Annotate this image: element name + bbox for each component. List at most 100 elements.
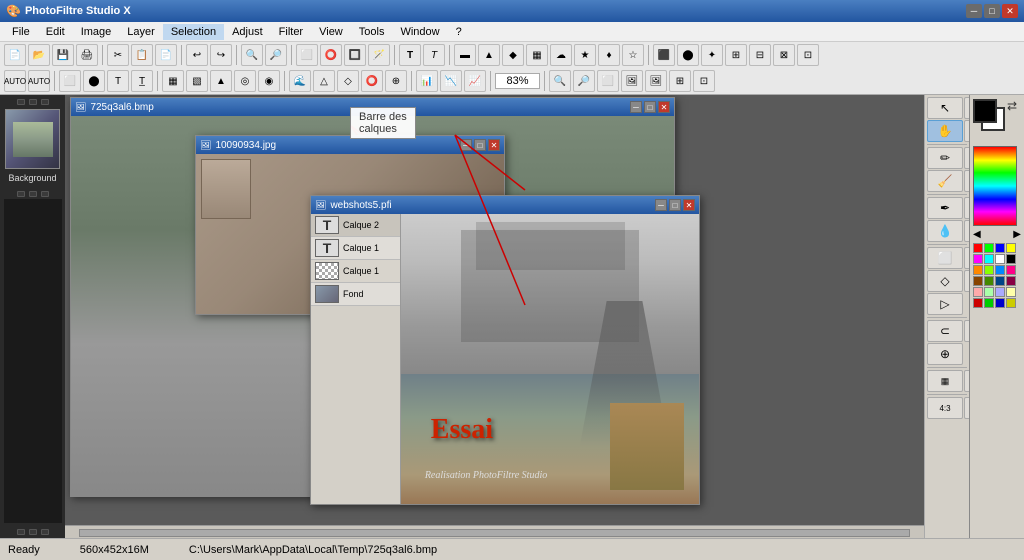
color-lime[interactable] <box>984 265 994 275</box>
tb-shape-4[interactable]: ▦ <box>526 44 548 66</box>
color-lightyellow[interactable] <box>1006 287 1016 297</box>
doc3-minimize[interactable]: ─ <box>655 199 667 211</box>
tb-misc-6[interactable]: ⊠ <box>773 44 795 66</box>
tb-paste[interactable]: 📄 <box>155 44 177 66</box>
color-white[interactable] <box>995 254 1005 264</box>
tb-new[interactable]: 📄 <box>4 44 26 66</box>
color-cyan[interactable] <box>984 254 994 264</box>
layer-item-fond[interactable]: Fond <box>311 283 400 306</box>
color-black[interactable] <box>1006 254 1016 264</box>
doc3-maximize[interactable]: □ <box>669 199 681 211</box>
tb-select-magic[interactable]: 🪄 <box>368 44 390 66</box>
tb-shape-3[interactable]: ◆ <box>502 44 524 66</box>
tb-select-lasso[interactable]: 🔲 <box>344 44 366 66</box>
tool-select[interactable]: ↖ <box>927 97 963 119</box>
tb-select-rect[interactable]: ⬜ <box>296 44 318 66</box>
color-darkyellow[interactable] <box>1006 298 1016 308</box>
tb-r2-6[interactable]: ▧ <box>186 70 208 92</box>
color-red[interactable] <box>973 243 983 253</box>
tb-select-ellipse[interactable]: ⭕ <box>320 44 342 66</box>
layer-item-calque2[interactable]: T Calque 2 <box>311 214 400 237</box>
swap-colors[interactable]: ⇄ <box>1007 99 1017 113</box>
color-azure[interactable] <box>995 265 1005 275</box>
tool-arrow-r[interactable]: ▷ <box>927 293 963 315</box>
color-magenta[interactable] <box>973 254 983 264</box>
color-olive[interactable] <box>984 276 994 286</box>
close-button[interactable]: ✕ <box>1002 4 1018 18</box>
tb-r2-5[interactable]: ▦ <box>162 70 184 92</box>
tool-rect[interactable]: ⬜ <box>927 247 963 269</box>
tb-r2-10[interactable]: 🌊 <box>289 70 311 92</box>
main-doc-maximize[interactable]: □ <box>644 101 656 113</box>
tb-zoom-out[interactable]: 🔎 <box>265 44 287 66</box>
tb-copy[interactable]: 📋 <box>131 44 153 66</box>
tb-r2-20[interactable]: ⬜ <box>597 70 619 92</box>
tool-pat-1[interactable]: ▦ <box>927 370 963 392</box>
tb-r2-16[interactable]: 📉 <box>440 70 462 92</box>
menu-edit[interactable]: Edit <box>38 24 73 40</box>
tb-open[interactable]: 📂 <box>28 44 50 66</box>
tool-pen[interactable]: ✒ <box>927 197 963 219</box>
color-purple[interactable] <box>1006 276 1016 286</box>
tb-zoom-in[interactable]: 🔍 <box>241 44 263 66</box>
tb-auto-1[interactable]: AUTO <box>4 70 26 92</box>
tb-save[interactable]: 💾 <box>52 44 74 66</box>
color-lightgreen[interactable] <box>984 287 994 297</box>
tool-pencil[interactable]: ✏ <box>927 147 963 169</box>
layer-item-calque1b[interactable]: Calque 1 <box>311 260 400 283</box>
tb-shape-6[interactable]: ★ <box>574 44 596 66</box>
tb-r2-14[interactable]: ⊕ <box>385 70 407 92</box>
tb-cut[interactable]: ✂ <box>107 44 129 66</box>
tb-r2-24[interactable]: ⊡ <box>693 70 715 92</box>
tb-shape-8[interactable]: ☆ <box>622 44 644 66</box>
tb-r2-21[interactable]: 🖼 <box>621 70 643 92</box>
main-doc-close[interactable]: ✕ <box>658 101 670 113</box>
tb-r2-18[interactable]: 🔍 <box>549 70 571 92</box>
tb-r2-12[interactable]: ◇ <box>337 70 359 92</box>
tb-redo[interactable]: ↪ <box>210 44 232 66</box>
menu-help[interactable]: ? <box>448 24 470 40</box>
tb-r2-19[interactable]: 🔎 <box>573 70 595 92</box>
tb-r2-9[interactable]: ◉ <box>258 70 280 92</box>
palette-right[interactable]: ▶ <box>1013 229 1021 240</box>
tool-fill[interactable]: 💧 <box>927 220 963 242</box>
scroll-track[interactable] <box>79 529 910 537</box>
tb-misc-1[interactable]: ⬛ <box>653 44 675 66</box>
tb-r2-1[interactable]: ⬜ <box>59 70 81 92</box>
film-thumbnail[interactable] <box>5 109 60 169</box>
tb-shape-2[interactable]: ▲ <box>478 44 500 66</box>
main-doc-minimize[interactable]: ─ <box>630 101 642 113</box>
color-darkgreen[interactable] <box>984 298 994 308</box>
tb-r2-4[interactable]: T̲ <box>131 70 153 92</box>
color-green[interactable] <box>984 243 994 253</box>
menu-filter[interactable]: Filter <box>271 24 311 40</box>
tb-r2-23[interactable]: ⊞ <box>669 70 691 92</box>
tool-ratio-4-3[interactable]: 4:3 <box>927 397 963 419</box>
maximize-button[interactable]: □ <box>984 4 1000 18</box>
doc2-close[interactable]: ✕ <box>488 139 500 151</box>
tb-r2-17[interactable]: 📈 <box>464 70 486 92</box>
menu-view[interactable]: View <box>311 24 351 40</box>
menu-layer[interactable]: Layer <box>119 24 163 40</box>
workspace-scrollbar-h[interactable] <box>65 525 924 539</box>
color-orange[interactable] <box>973 265 983 275</box>
tb-shape-7[interactable]: ♦ <box>598 44 620 66</box>
color-yellow[interactable] <box>1006 243 1016 253</box>
doc2-maximize[interactable]: □ <box>474 139 486 151</box>
tb-misc-3[interactable]: ✦ <box>701 44 723 66</box>
tb-text[interactable]: T <box>399 44 421 66</box>
palette-left[interactable]: ◀ <box>973 229 981 240</box>
tb-r2-7[interactable]: ▲ <box>210 70 232 92</box>
menu-image[interactable]: Image <box>73 24 120 40</box>
layer-item-calque1[interactable]: T Calque 1 <box>311 237 400 260</box>
menu-file[interactable]: File <box>4 24 38 40</box>
tool-hand[interactable]: ✋ <box>927 120 963 142</box>
tool-eraser[interactable]: 🧹 <box>927 170 963 192</box>
tool-diamond[interactable]: ◇ <box>927 270 963 292</box>
color-darkred[interactable] <box>973 298 983 308</box>
menu-window[interactable]: Window <box>392 24 447 40</box>
tb-r2-3[interactable]: T <box>107 70 129 92</box>
tb-r2-2[interactable]: ⬤ <box>83 70 105 92</box>
tb-r2-15[interactable]: 📊 <box>416 70 438 92</box>
tb-misc-5[interactable]: ⊟ <box>749 44 771 66</box>
